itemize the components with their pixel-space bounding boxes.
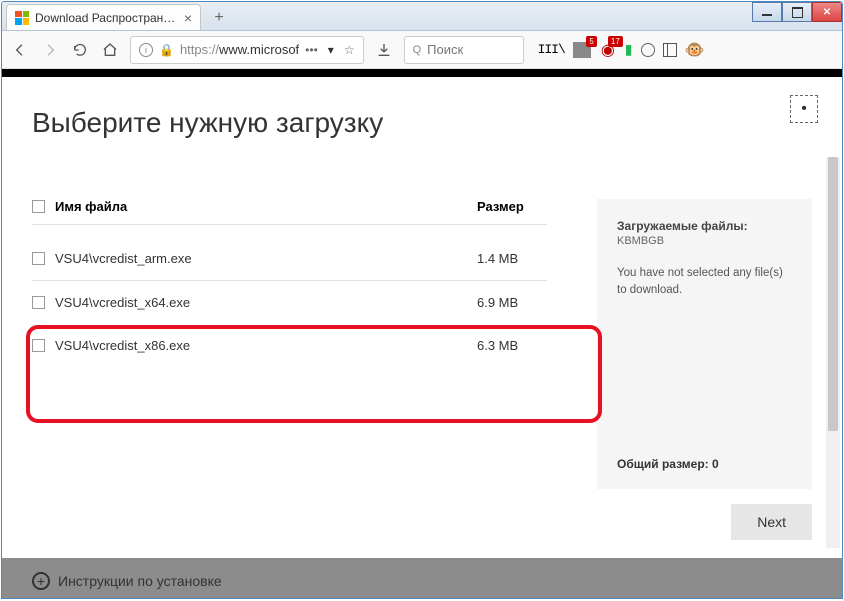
more-actions-icon[interactable]: •••: [305, 43, 318, 57]
next-button[interactable]: Next: [731, 504, 812, 540]
ublock-icon[interactable]: ◉: [599, 42, 617, 58]
extension-badge-1[interactable]: [573, 42, 591, 58]
search-bar[interactable]: Q: [404, 36, 524, 64]
file-checkbox[interactable]: [32, 252, 45, 265]
file-size: 1.4 MB: [477, 251, 547, 266]
navigation-toolbar: i 🔒 https://www.microsof ••• ▾ ☆ Q III\ …: [2, 31, 842, 69]
scrollbar-thumb[interactable]: [828, 157, 838, 431]
extension-monkey-icon[interactable]: 🐵: [685, 40, 705, 60]
file-name: VSU4\vcredist_arm.exe: [55, 251, 192, 266]
file-name: VSU4\vcredist_x86.exe: [55, 338, 190, 353]
extension-green-icon[interactable]: ▮: [625, 41, 633, 58]
summary-total: Общий размер: 0: [617, 457, 792, 471]
downloads-button[interactable]: [374, 40, 394, 60]
lock-icon: 🔒: [159, 43, 174, 57]
select-all-checkbox[interactable]: [32, 200, 45, 213]
forward-button: [40, 40, 60, 60]
page-title: Выберите нужную загрузку: [32, 107, 812, 139]
tab-strip: Download Распространяемый × +: [2, 2, 842, 31]
file-checkbox[interactable]: [32, 339, 45, 352]
back-button[interactable]: [10, 40, 30, 60]
extension-circle-icon[interactable]: [641, 43, 655, 57]
sidebar-icon[interactable]: [663, 43, 677, 57]
address-bar[interactable]: i 🔒 https://www.microsof ••• ▾ ☆: [130, 36, 364, 64]
site-info-icon[interactable]: i: [139, 43, 153, 57]
tab-close-icon[interactable]: ×: [184, 10, 192, 26]
summary-message: You have not selected any file(s) to dow…: [617, 265, 792, 300]
summary-units: KBMBGB: [617, 235, 792, 247]
file-row[interactable]: VSU4\vcredist_x64.exe 6.9 MB: [32, 281, 547, 324]
browser-tab[interactable]: Download Распространяемый ×: [6, 4, 201, 30]
app-menu-button[interactable]: [712, 44, 728, 56]
vertical-scrollbar[interactable]: [826, 157, 840, 548]
instructions-expander[interactable]: + Инструкции по установке: [32, 572, 222, 590]
file-name: VSU4\vcredist_x64.exe: [55, 295, 190, 310]
pocket-icon[interactable]: ▾: [328, 43, 334, 57]
file-checkbox[interactable]: [32, 296, 45, 309]
file-size: 6.9 MB: [477, 295, 547, 310]
window-maximize-button[interactable]: [782, 2, 812, 22]
summary-heading: Загружаемые файлы:: [617, 219, 792, 233]
instructions-heading: Инструкции по установке: [58, 573, 222, 589]
window-minimize-button[interactable]: [752, 2, 782, 22]
column-header-size: Размер: [477, 199, 547, 214]
collapse-panel-icon[interactable]: [790, 95, 818, 123]
tab-title: Download Распространяемый: [35, 11, 178, 25]
new-tab-button[interactable]: +: [207, 6, 231, 30]
url-text: https://www.microsof: [180, 42, 299, 57]
download-summary-panel: Загружаемые файлы: KBMBGB You have not s…: [597, 199, 812, 489]
expand-plus-icon: +: [32, 572, 50, 590]
reload-button[interactable]: [70, 40, 90, 60]
search-input[interactable]: [427, 42, 507, 57]
microsoft-favicon: [15, 11, 29, 25]
column-header-name: Имя файла: [55, 199, 127, 214]
window-close-button[interactable]: [812, 2, 842, 22]
bookmark-star-icon[interactable]: ☆: [344, 43, 355, 57]
home-button[interactable]: [100, 40, 120, 60]
file-row[interactable]: VSU4\vcredist_arm.exe 1.4 MB: [32, 237, 547, 281]
file-size: 6.3 MB: [477, 338, 547, 353]
file-list: Имя файла Размер VSU4\vcredist_arm.exe 1…: [32, 199, 547, 367]
search-engine-icon: Q: [413, 44, 422, 56]
page-header-band: [2, 69, 842, 77]
library-icon[interactable]: III\: [538, 42, 565, 57]
file-row[interactable]: VSU4\vcredist_x86.exe 6.3 MB: [32, 324, 547, 367]
